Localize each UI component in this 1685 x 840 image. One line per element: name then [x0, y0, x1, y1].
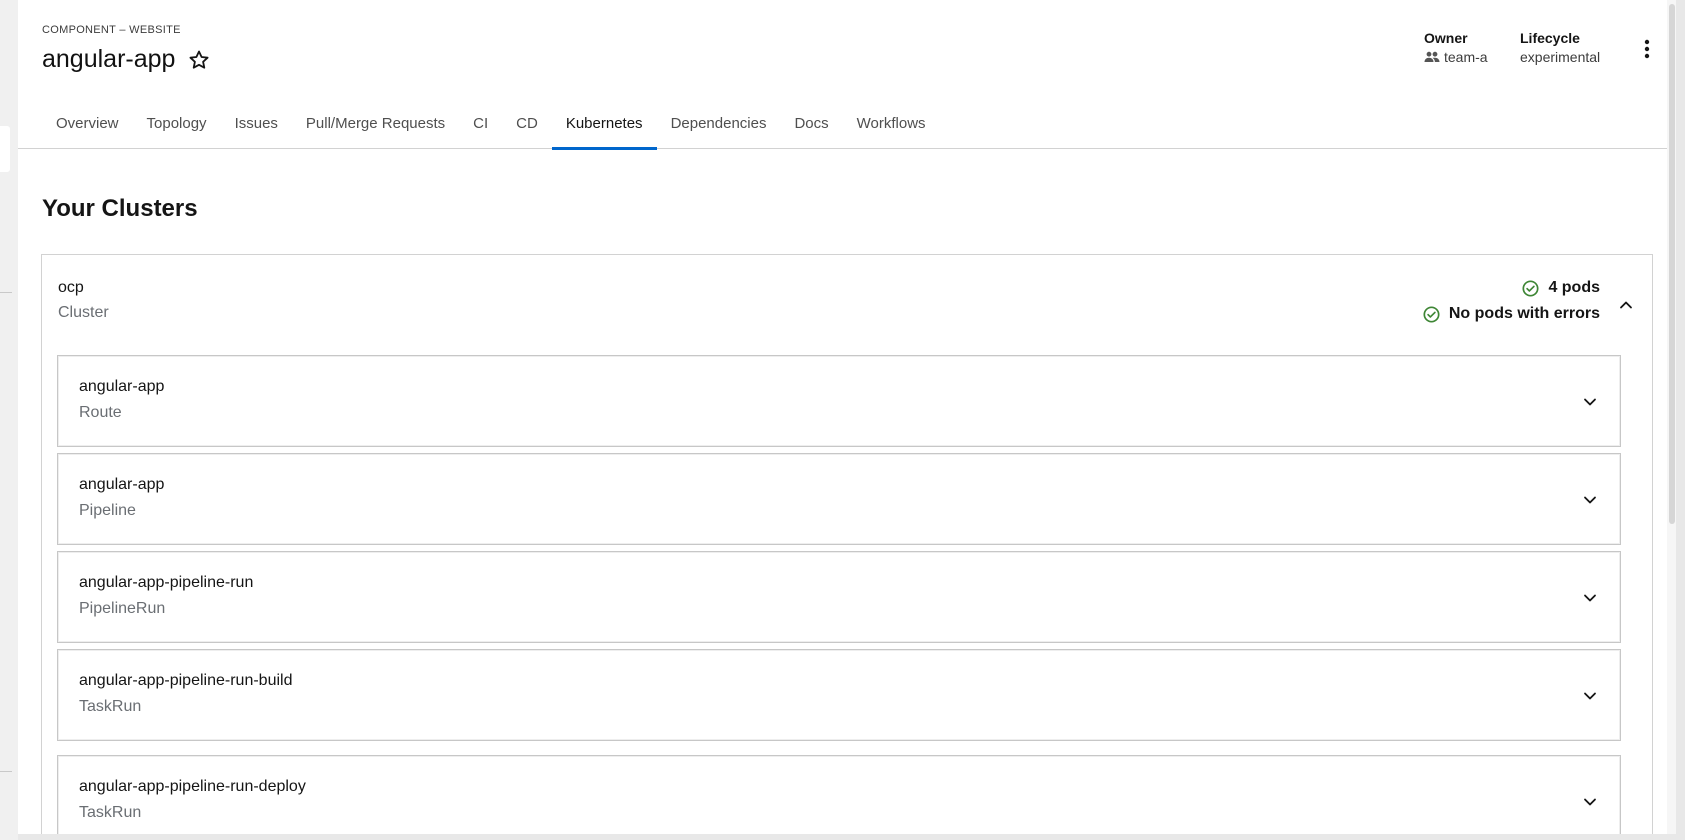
tab-ci[interactable]: CI [459, 104, 502, 149]
resource-name: angular-app [79, 476, 165, 493]
resource-accordion-item[interactable]: angular-app-pipeline-run PipelineRun [57, 551, 1621, 643]
scrollbar-thumb[interactable] [1669, 4, 1675, 524]
owner-value-row: team-a [1424, 49, 1488, 65]
chevron-down-icon[interactable] [1582, 794, 1598, 810]
entity-kind-label: COMPONENT – WEBSITE [42, 24, 181, 36]
sidebar-collapse-handle[interactable] [0, 126, 10, 172]
owner-link[interactable]: team-a [1444, 49, 1488, 65]
lifecycle-info: Lifecycle experimental [1520, 30, 1600, 65]
owner-info: Owner team-a [1424, 30, 1488, 65]
resource-name: angular-app-pipeline-run [79, 574, 254, 591]
tab-kubernetes[interactable]: Kubernetes [551, 104, 657, 150]
sidebar-divider [0, 292, 12, 293]
lifecycle-value: experimental [1520, 49, 1601, 65]
resource-name: angular-app-pipeline-run-build [79, 672, 293, 689]
chevron-down-icon[interactable] [1582, 394, 1598, 410]
section-title: Your Clusters [42, 195, 198, 222]
cluster-type: Cluster [58, 304, 109, 321]
left-sidebar-rail [0, 0, 18, 840]
check-circle-icon [1522, 279, 1539, 297]
group-icon [1424, 51, 1440, 62]
tab-topology[interactable]: Topology [133, 104, 221, 149]
chevron-up-icon[interactable] [1618, 297, 1634, 313]
tab-workflows[interactable]: Workflows [843, 104, 940, 149]
pods-count-status: 4 pods [1522, 279, 1600, 297]
entity-tabs: Overview Topology Issues Pull/Merge Requ… [42, 104, 940, 150]
cluster-name: ocp [58, 279, 84, 296]
more-options-icon[interactable] [1640, 38, 1654, 60]
cluster-header[interactable]: ocp Cluster 4 pods No pods with errors [42, 255, 1652, 355]
resource-accordion-item[interactable]: angular-app Route [57, 355, 1621, 447]
pod-errors-text: No pods with errors [1448, 305, 1600, 322]
chevron-down-icon[interactable] [1582, 688, 1598, 704]
resource-accordion-item[interactable]: angular-app-pipeline-run-build TaskRun [57, 649, 1621, 741]
chevron-down-icon[interactable] [1582, 590, 1598, 606]
resource-kind: PipelineRun [79, 600, 166, 617]
pod-errors-status: No pods with errors [1423, 305, 1600, 323]
resource-name: angular-app-pipeline-run-deploy [79, 778, 306, 795]
check-circle-icon [1423, 305, 1440, 323]
tab-issues[interactable]: Issues [221, 104, 292, 149]
resource-accordion-item[interactable]: angular-app Pipeline [57, 453, 1621, 545]
page-title: angular-app [42, 45, 176, 73]
tab-pull-merge-requests[interactable]: Pull/Merge Requests [292, 104, 459, 149]
resource-kind: Pipeline [79, 502, 136, 519]
cluster-card: ocp Cluster 4 pods No pods with errors a… [41, 254, 1653, 834]
resource-kind: TaskRun [79, 804, 142, 821]
tab-cd[interactable]: CD [502, 104, 552, 149]
resource-kind: Route [79, 404, 122, 421]
title-row: angular-app [42, 45, 211, 74]
resource-name: angular-app [79, 378, 165, 395]
tab-overview[interactable]: Overview [42, 104, 133, 149]
entity-page: COMPONENT – WEBSITE angular-app Owner te… [18, 0, 1676, 834]
owner-label: Owner [1424, 30, 1468, 46]
page-scrollbar[interactable] [1667, 0, 1676, 834]
resource-accordion-item[interactable]: angular-app-pipeline-run-deploy TaskRun [57, 755, 1621, 834]
resource-kind: TaskRun [79, 698, 142, 715]
entity-header: COMPONENT – WEBSITE angular-app Owner te… [18, 0, 1676, 150]
lifecycle-label: Lifecycle [1520, 30, 1580, 46]
pods-count-text: 4 pods [1548, 279, 1600, 296]
sidebar-divider [0, 771, 12, 772]
chevron-down-icon[interactable] [1582, 492, 1598, 508]
star-icon[interactable] [187, 48, 211, 72]
tab-dependencies[interactable]: Dependencies [657, 104, 781, 149]
tab-docs[interactable]: Docs [780, 104, 842, 149]
